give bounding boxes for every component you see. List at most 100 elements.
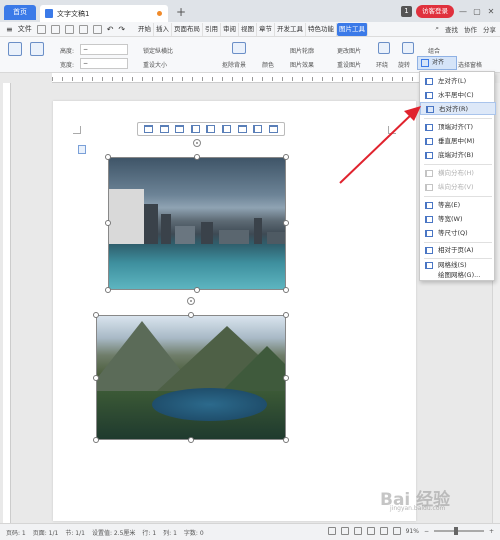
align-button[interactable]: 对齐 [417, 56, 457, 70]
resize-handle[interactable] [194, 154, 200, 160]
resize-handle[interactable] [105, 154, 111, 160]
tab-insert[interactable]: 插入 [154, 23, 172, 36]
tab-page-layout[interactable]: 页面布局 [172, 23, 203, 36]
hamburger-icon[interactable]: ≡ [6, 25, 13, 34]
rotate-button[interactable]: 旋转 [398, 60, 410, 69]
search-label[interactable]: 查找 [445, 24, 458, 34]
resize-handle[interactable] [188, 312, 194, 318]
resize-handle[interactable] [283, 375, 289, 381]
reset-size-button[interactable]: 重设大小 [143, 60, 167, 69]
collaborate-button[interactable]: 协作 [464, 24, 477, 34]
crop-icon[interactable] [30, 42, 44, 56]
home-tab[interactable]: 首页 [4, 5, 36, 20]
zoom-slider-knob[interactable] [453, 527, 458, 535]
menu-item-equal-height[interactable]: 等高(E) [420, 199, 496, 212]
tab-review[interactable]: 审阅 [221, 23, 239, 36]
resize-handle[interactable] [283, 287, 289, 293]
resize-handle[interactable] [93, 312, 99, 318]
resize-handle[interactable] [188, 437, 194, 443]
menu-item-drawing-grid[interactable]: 绘图网格(G)... [420, 270, 496, 281]
wrap-button[interactable]: 环绕 [376, 60, 388, 69]
export-icon[interactable] [92, 24, 102, 34]
distribute-horizontal-icon[interactable] [237, 125, 247, 133]
tab-picture-tools[interactable]: 图片工具 [337, 23, 368, 36]
align-left-icon[interactable] [144, 125, 154, 133]
remove-background-icon[interactable] [232, 42, 246, 54]
picture-mountain-lake[interactable] [96, 315, 286, 440]
folder-icon[interactable] [50, 24, 60, 34]
menu-item-align-middle[interactable]: 垂直居中(M) [420, 135, 496, 148]
tab-start[interactable]: 开始 [136, 23, 154, 36]
undo-icon[interactable]: ↶ [107, 25, 114, 34]
menu-item-align-top[interactable]: 顶端对齐(T) [420, 121, 496, 134]
tab-view[interactable]: 视图 [239, 23, 257, 36]
status-word-count[interactable]: 字数: 0 [184, 528, 204, 537]
align-right-icon[interactable] [175, 125, 185, 133]
picture-outline-button[interactable]: 图片轮廓 [290, 46, 314, 55]
file-menu[interactable]: 文件 [18, 24, 32, 34]
reset-picture-button[interactable]: 重设图片 [337, 60, 361, 69]
document-tab[interactable]: 文字文稿1 [40, 5, 168, 22]
save-icon[interactable] [36, 24, 46, 34]
change-picture-button[interactable]: 更改图片 [337, 46, 361, 55]
selection-pane-button[interactable]: 选择窗格 [458, 60, 482, 69]
combine-button[interactable]: 组合 [428, 46, 440, 55]
zoom-level[interactable]: 91% [406, 528, 419, 535]
tab-chapter[interactable]: 章节 [257, 23, 275, 36]
tab-developer[interactable]: 开发工具 [275, 23, 306, 36]
resize-handle[interactable] [283, 437, 289, 443]
redo-icon[interactable]: ↷ [118, 25, 125, 34]
resize-handle[interactable] [105, 220, 111, 226]
more-icon[interactable] [268, 125, 278, 133]
color-button[interactable]: 颜色 [262, 60, 274, 69]
add-picture-icon[interactable] [8, 42, 22, 56]
maximize-icon[interactable]: ▢ [472, 7, 482, 16]
resize-handle[interactable] [283, 154, 289, 160]
width-field[interactable]: − [80, 58, 128, 69]
distribute-vertical-icon[interactable] [253, 125, 263, 133]
read-view-icon[interactable] [392, 527, 401, 535]
wrap-icon[interactable] [378, 42, 390, 54]
search-icon[interactable]: ⌕ [435, 24, 439, 34]
align-bottom-icon[interactable] [222, 125, 231, 133]
align-middle-icon[interactable] [206, 125, 216, 133]
resize-handle[interactable] [283, 220, 289, 226]
resize-handle[interactable] [93, 437, 99, 443]
align-top-icon[interactable] [190, 125, 200, 133]
menu-item-align-center[interactable]: 水平居中(C) [420, 89, 496, 102]
page-view-icon[interactable] [353, 527, 362, 535]
rotate-icon[interactable] [402, 42, 414, 54]
resize-handle[interactable] [105, 287, 111, 293]
height-field[interactable]: − [80, 44, 128, 55]
menu-item-relative-to-page[interactable]: 相对于页(A) [420, 244, 496, 257]
close-icon[interactable]: ✕ [486, 7, 496, 16]
notification-badge[interactable]: 1 [401, 5, 412, 17]
menu-item-align-left[interactable]: 左对齐(L) [420, 75, 496, 88]
paragraph-layout-icon[interactable] [78, 145, 86, 154]
align-center-icon[interactable] [159, 125, 169, 133]
picture-effect-button[interactable]: 图片效果 [290, 60, 314, 69]
focus-mode-icon[interactable] [327, 527, 336, 535]
rotate-handle[interactable] [187, 297, 195, 305]
resize-handle[interactable] [93, 375, 99, 381]
zoom-out-icon[interactable]: − [424, 528, 429, 535]
minimize-icon[interactable]: — [458, 7, 468, 16]
menu-item-align-right[interactable]: 右对齐(R) [420, 102, 496, 115]
protect-icon[interactable] [340, 527, 349, 535]
resize-handle[interactable] [283, 312, 289, 318]
remove-background-button[interactable]: 抠除背景 [222, 60, 246, 69]
zoom-in-icon[interactable]: + [489, 528, 494, 535]
print-icon[interactable] [64, 24, 74, 34]
lock-ratio-checkbox[interactable]: 锁定纵横比 [143, 46, 173, 55]
tab-references[interactable]: 引用 [203, 23, 221, 36]
resize-handle[interactable] [194, 287, 200, 293]
login-button[interactable]: 访客登录 [416, 4, 454, 18]
outline-view-icon[interactable] [379, 527, 388, 535]
zoom-slider[interactable] [433, 527, 484, 535]
rotate-handle[interactable] [193, 139, 201, 147]
menu-item-align-bottom[interactable]: 底端对齐(B) [420, 149, 496, 162]
picture-city-pool[interactable] [108, 157, 286, 290]
menu-item-equal-width[interactable]: 等宽(W) [420, 213, 496, 226]
share-button[interactable]: 分享 [483, 24, 496, 34]
tab-features[interactable]: 特色功能 [306, 23, 337, 36]
